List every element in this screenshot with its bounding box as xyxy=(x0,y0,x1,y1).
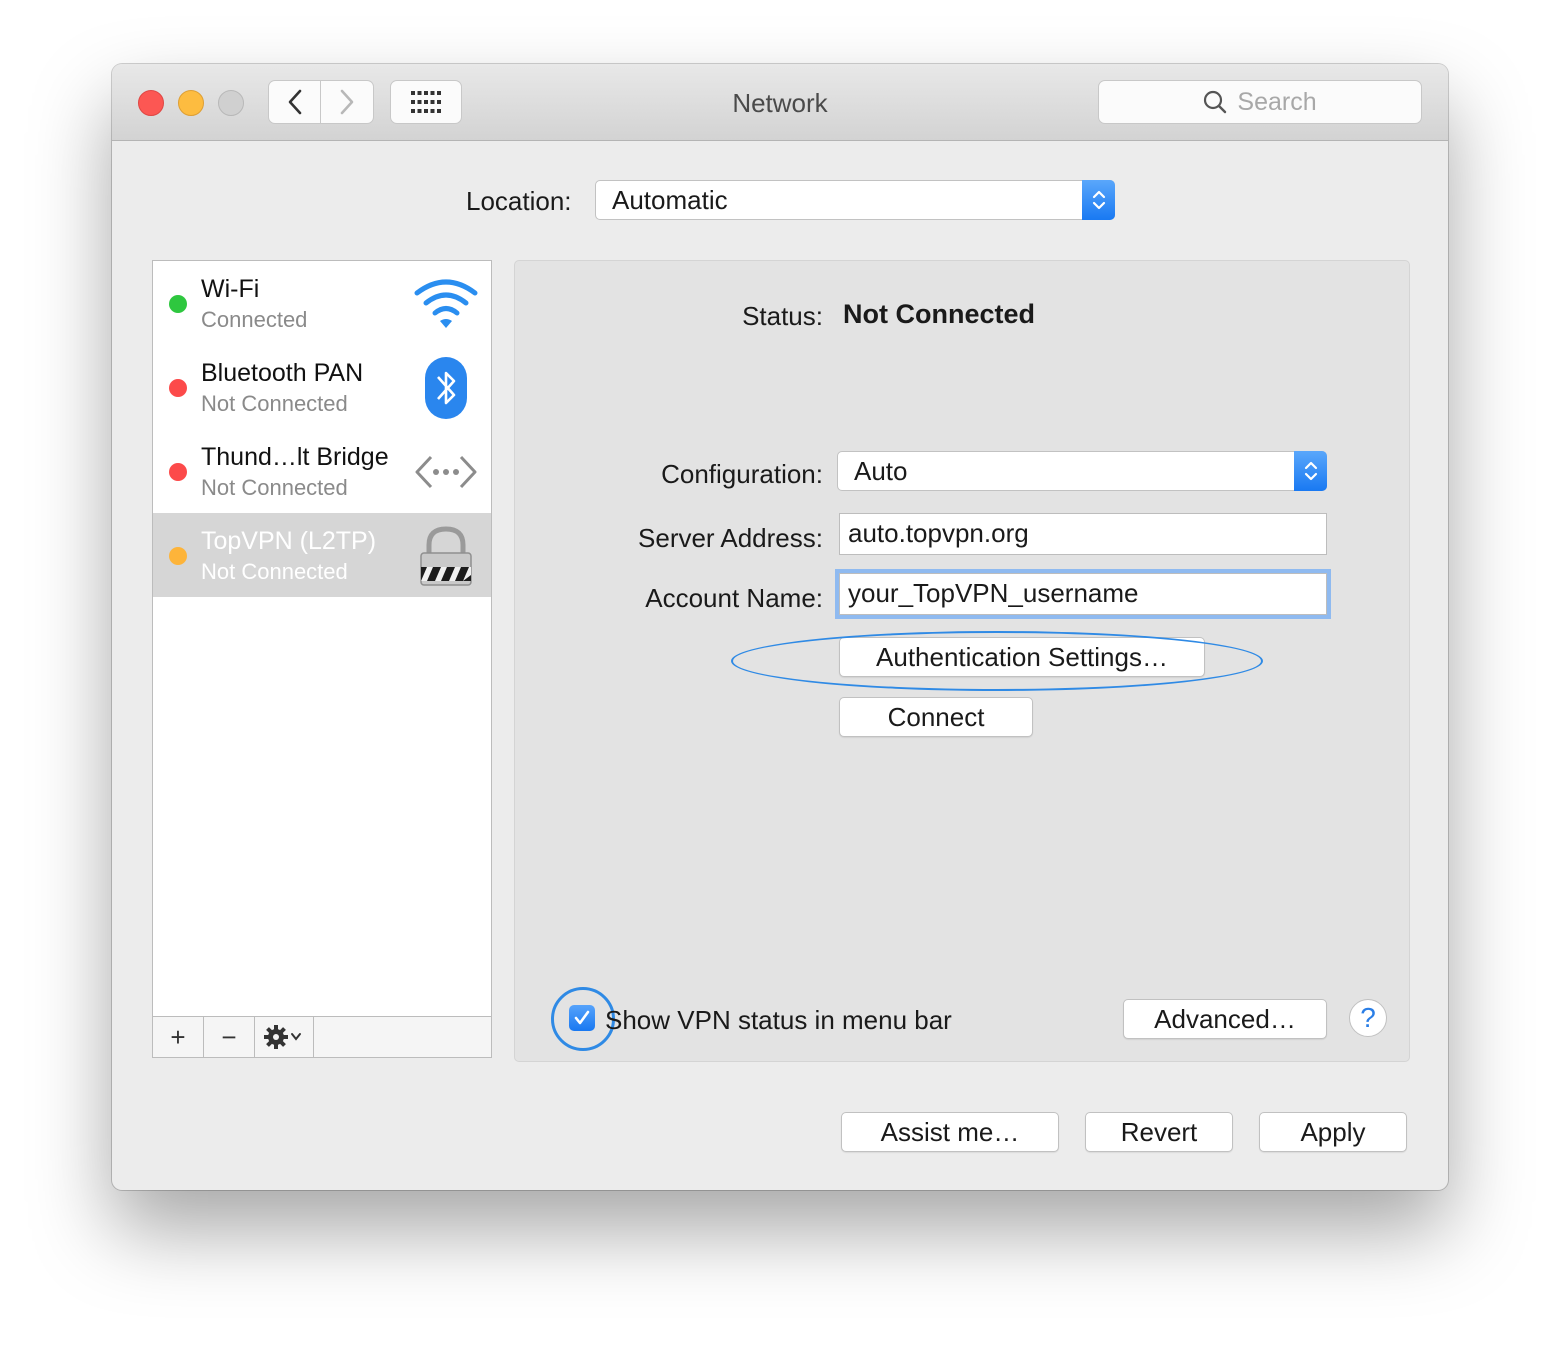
service-status: Not Connected xyxy=(201,559,348,584)
service-name: Wi-Fi xyxy=(201,275,260,303)
assist-me-button[interactable]: Assist me… xyxy=(841,1112,1059,1152)
ethernet-bridge-icon xyxy=(415,455,477,489)
service-status: Not Connected xyxy=(201,391,348,416)
search-placeholder: Search xyxy=(1237,87,1317,116)
status-dot xyxy=(169,463,187,481)
service-name: TopVPN (L2TP) xyxy=(201,527,377,555)
service-wifi[interactable]: Wi-Fi Connected xyxy=(153,261,491,345)
title-bar: Network Search xyxy=(112,64,1448,141)
location-popup[interactable]: Automatic xyxy=(595,180,1115,220)
service-name: Thund…lt Bridge xyxy=(201,443,389,471)
popup-stepper-icon xyxy=(1082,180,1115,220)
gear-icon xyxy=(264,1025,301,1049)
service-name: Bluetooth PAN xyxy=(201,359,364,387)
configuration-value: Auto xyxy=(854,456,908,486)
location-value: Automatic xyxy=(612,185,728,215)
status-dot xyxy=(169,295,187,313)
show-vpn-status-checkbox[interactable] xyxy=(569,1005,595,1031)
service-list-toolbar: + − xyxy=(153,1016,491,1057)
advanced-button[interactable]: Advanced… xyxy=(1123,999,1327,1039)
status-label: Status: xyxy=(742,301,823,331)
search-field[interactable]: Search xyxy=(1098,80,1422,124)
server-address-label: Server Address: xyxy=(638,523,823,553)
location-label: Location: xyxy=(466,186,572,216)
revert-button[interactable]: Revert xyxy=(1085,1112,1233,1152)
remove-service-button[interactable]: − xyxy=(204,1017,255,1057)
server-address-field[interactable]: auto.topvpn.org xyxy=(839,513,1327,555)
service-bluetooth-pan[interactable]: Bluetooth PAN Not Connected xyxy=(153,345,491,429)
action-menu-button[interactable] xyxy=(255,1017,314,1057)
account-name-field[interactable]: your_TopVPN_username xyxy=(839,573,1327,615)
status-value: Not Connected xyxy=(843,299,1035,329)
checkmark-icon xyxy=(574,1010,590,1025)
search-icon xyxy=(1204,90,1227,114)
add-service-button[interactable]: + xyxy=(153,1017,204,1057)
service-list: Wi-Fi Connected Bluetooth PAN Not Connec… xyxy=(152,260,492,1058)
help-button[interactable]: ? xyxy=(1349,999,1387,1037)
service-topvpn-l2tp[interactable]: TopVPN (L2TP) Not Connected xyxy=(153,513,491,597)
network-preferences-window: Network Search Location: Automatic Wi-Fi… xyxy=(112,64,1448,1190)
apply-button[interactable]: Apply xyxy=(1259,1112,1407,1152)
configuration-label: Configuration: xyxy=(661,459,823,489)
service-status: Connected xyxy=(201,307,308,332)
vpn-lock-icon xyxy=(420,526,472,586)
show-vpn-status-label[interactable]: Show VPN status in menu bar xyxy=(605,1005,952,1036)
wifi-icon xyxy=(414,279,478,328)
status-dot xyxy=(169,379,187,397)
popup-stepper-icon xyxy=(1294,451,1327,491)
status-dot xyxy=(169,547,187,565)
bluetooth-icon xyxy=(425,357,467,419)
service-status: Not Connected xyxy=(201,475,348,500)
vpn-detail-panel: Status: Not Connected Configuration: Aut… xyxy=(514,260,1410,1062)
service-thunderbolt-bridge[interactable]: Thund…lt Bridge Not Connected xyxy=(153,429,491,513)
configuration-popup[interactable]: Auto xyxy=(837,451,1327,491)
account-name-label: Account Name: xyxy=(645,583,823,613)
connect-button[interactable]: Connect xyxy=(839,697,1033,737)
authentication-settings-button[interactable]: Authentication Settings… xyxy=(839,637,1205,677)
